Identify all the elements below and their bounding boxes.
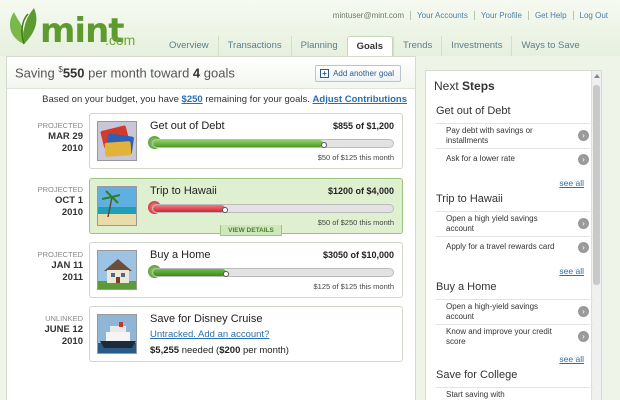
arrow-right-icon: › xyxy=(578,218,589,229)
credit-cards-image xyxy=(97,121,137,161)
next-step-item[interactable]: Ask for a lower rate › xyxy=(436,148,593,168)
goal-amount: $855 of $1,200 xyxy=(332,121,394,131)
goal-card-home[interactable]: Buy a Home $3050 of $10,000 $125 of $125… xyxy=(89,242,403,298)
savings-summary: Saving $550 per month toward 4 goals + A… xyxy=(7,57,415,89)
next-step-item[interactable]: Know and improve your credit score › xyxy=(436,324,593,349)
progress-marker xyxy=(221,207,228,213)
goal-amount: $1200 of $4,000 xyxy=(327,186,394,196)
arrow-right-icon: › xyxy=(578,306,589,317)
header: mint .com mintuser@mint.com Your Account… xyxy=(0,0,620,56)
top-links: mintuser@mint.com Your Accounts Your Pro… xyxy=(327,11,614,20)
goal-card-hawaii[interactable]: Trip to Hawaii $1200 of $4,000 $50 of $2… xyxy=(89,178,403,236)
arrow-right-icon: › xyxy=(578,130,589,141)
progress-fill xyxy=(153,269,227,276)
budget-remaining-line: Based on your budget, you have $250 rema… xyxy=(42,94,407,105)
tab-trends[interactable]: Trends xyxy=(393,36,441,56)
link-your-accounts[interactable]: Your Accounts xyxy=(410,11,474,20)
next-step-item[interactable]: Start saving with xyxy=(436,387,593,400)
leaf-icon xyxy=(9,8,37,45)
logo-suffix: .com xyxy=(105,32,136,48)
goal-name: Save for Disney Cruise xyxy=(150,313,263,325)
goal-card-debt[interactable]: Get out of Debt $855 of $1,200 $50 of $1… xyxy=(89,113,403,169)
section-title: Save for College xyxy=(436,369,518,381)
goals-panel: Saving $550 per month toward 4 goals + A… xyxy=(6,56,416,400)
section-title: Trip to Hawaii xyxy=(436,193,503,205)
progress-marker xyxy=(222,271,229,277)
goal-projection: PROJECTED MAR 29 2010 xyxy=(37,121,83,155)
progress-bar xyxy=(152,139,394,148)
progress-bar xyxy=(152,268,394,277)
tab-ways-to-save[interactable]: Ways to Save xyxy=(511,36,588,56)
goal-projection: UNLINKED JUNE 12 2010 xyxy=(44,314,83,348)
see-all-link[interactable]: see all xyxy=(559,178,584,188)
plus-icon: + xyxy=(320,69,330,78)
add-goal-label: Add another goal xyxy=(333,69,394,78)
add-goal-button[interactable]: + Add another goal xyxy=(315,65,401,82)
goal-amount: $3050 of $10,000 xyxy=(322,250,394,260)
scroll-up-arrow-icon[interactable] xyxy=(594,74,600,78)
next-step-item[interactable]: Open a high yield savings account › xyxy=(436,211,593,236)
link-log-out[interactable]: Log Out xyxy=(572,11,614,20)
tab-overview[interactable]: Overview xyxy=(160,36,218,56)
month-progress: $50 of $125 this month xyxy=(317,153,394,162)
arrow-right-icon: › xyxy=(578,331,589,342)
goal-name: Get out of Debt xyxy=(150,120,225,132)
link-your-profile[interactable]: Your Profile xyxy=(473,11,528,20)
adjust-contributions-link[interactable]: Adjust Contributions xyxy=(313,94,407,105)
mint-logo[interactable]: mint .com xyxy=(4,4,136,56)
progress-fill xyxy=(153,205,225,212)
month-progress: $125 of $125 this month xyxy=(313,282,394,291)
next-step-item[interactable]: Apply for a travel rewards card › xyxy=(436,236,593,256)
cruise-ship-image xyxy=(97,314,137,354)
house-image xyxy=(97,250,137,290)
goal-name: Buy a Home xyxy=(150,249,211,261)
month-progress: $50 of $250 this month xyxy=(317,218,394,227)
savings-summary-text: Saving $550 per month toward 4 goals xyxy=(15,65,235,81)
next-step-item[interactable]: Open a high-yield savings account › xyxy=(436,299,593,324)
section-title: Get out of Debt xyxy=(436,105,511,117)
progress-fill xyxy=(153,140,324,147)
goal-projection: PROJECTED OCT 1 2010 xyxy=(37,185,83,219)
next-step-item[interactable]: Pay debt with savings or installments › xyxy=(436,123,593,148)
user-email: mintuser@mint.com xyxy=(332,11,405,20)
goal-name: Trip to Hawaii xyxy=(150,185,217,197)
tab-investments[interactable]: Investments xyxy=(441,36,511,56)
scrollbar-thumb[interactable] xyxy=(593,85,600,285)
see-all-link[interactable]: see all xyxy=(559,266,584,276)
needed-amount-text: $5,255 needed ($200 per month) xyxy=(150,345,289,356)
link-get-help[interactable]: Get Help xyxy=(527,11,573,20)
arrow-right-icon: › xyxy=(578,154,589,165)
tab-goals[interactable]: Goals xyxy=(346,36,394,56)
remaining-amount-link[interactable]: $250 xyxy=(182,94,203,105)
see-all-link[interactable]: see all xyxy=(559,354,584,364)
next-steps-panel: Next Steps Get out of Debt Pay debt with… xyxy=(425,70,602,400)
beach-image xyxy=(97,186,137,226)
section-title: Buy a Home xyxy=(436,281,497,293)
goal-card-cruise[interactable]: Save for Disney Cruise Untracked. Add an… xyxy=(89,306,403,362)
add-account-link[interactable]: Untracked. Add an account? xyxy=(150,329,269,340)
tab-planning[interactable]: Planning xyxy=(290,36,347,56)
main-tabs: Overview Transactions Planning Goals Tre… xyxy=(160,36,589,56)
view-details-button[interactable]: VIEW DETAILS xyxy=(220,225,282,236)
progress-marker xyxy=(320,142,327,148)
next-steps-title: Next Steps xyxy=(434,79,495,93)
tab-transactions[interactable]: Transactions xyxy=(217,36,291,56)
progress-bar xyxy=(152,204,394,213)
goal-projection: PROJECTED JAN 11 2011 xyxy=(37,250,83,284)
arrow-right-icon: › xyxy=(578,242,589,253)
